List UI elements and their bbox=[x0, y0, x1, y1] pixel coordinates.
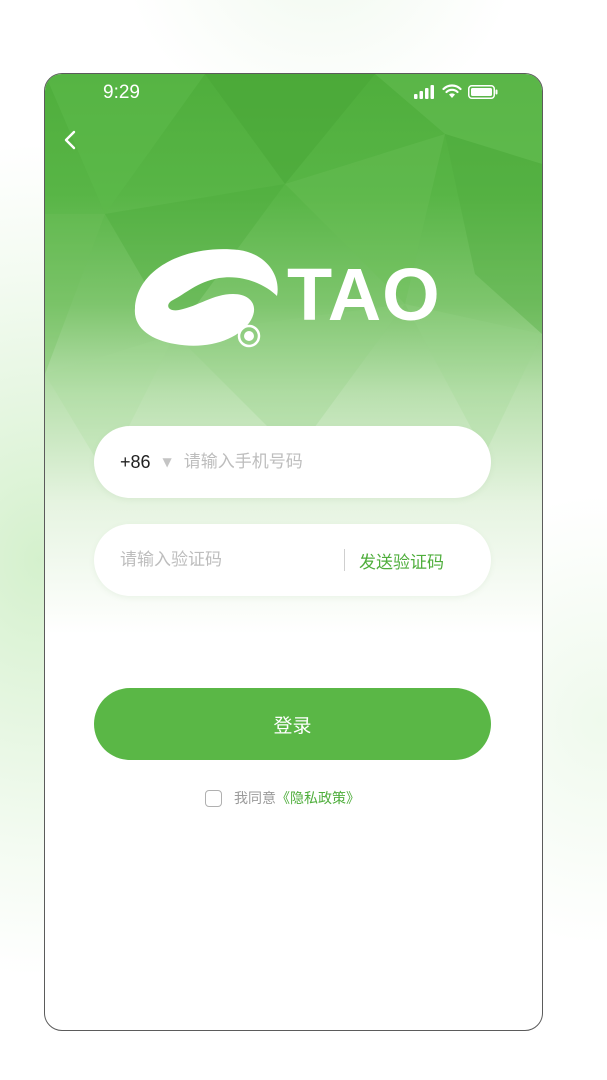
status-icons bbox=[414, 84, 498, 99]
phone-input[interactable] bbox=[183, 442, 444, 482]
signal-icon bbox=[414, 85, 434, 99]
wifi-icon bbox=[442, 84, 462, 98]
send-code-button[interactable]: 发送验证码 bbox=[359, 548, 444, 573]
battery-icon bbox=[468, 85, 498, 99]
country-code-selector[interactable]: +86 bbox=[120, 452, 151, 473]
logo-text: TAO bbox=[287, 253, 441, 336]
verification-code-field: 发送验证码 bbox=[94, 524, 491, 596]
field-divider bbox=[344, 549, 345, 571]
privacy-policy-link[interactable]: 《隐私政策》 bbox=[276, 788, 360, 808]
agreement-text: 我同意 bbox=[234, 791, 276, 807]
phone-frame: 9:29 TAO +86 ▼ 请输入手机号码 请输入验证码 发送验证码 登录 我… bbox=[44, 73, 543, 1031]
brand-logo: TAO bbox=[127, 246, 457, 351]
agreement-checkbox[interactable] bbox=[205, 789, 222, 807]
status-time: 9:29 bbox=[103, 82, 140, 103]
chevron-left-icon[interactable] bbox=[59, 128, 83, 152]
phone-field: +86 ▼ bbox=[94, 426, 491, 498]
code-input[interactable] bbox=[120, 540, 340, 580]
chevron-down-icon[interactable]: ▼ bbox=[163, 455, 172, 469]
login-button[interactable]: 登录 bbox=[94, 688, 491, 760]
agreement-row: 我同意 《隐私政策》 bbox=[205, 788, 360, 808]
logo-mark-icon bbox=[134, 249, 278, 348]
